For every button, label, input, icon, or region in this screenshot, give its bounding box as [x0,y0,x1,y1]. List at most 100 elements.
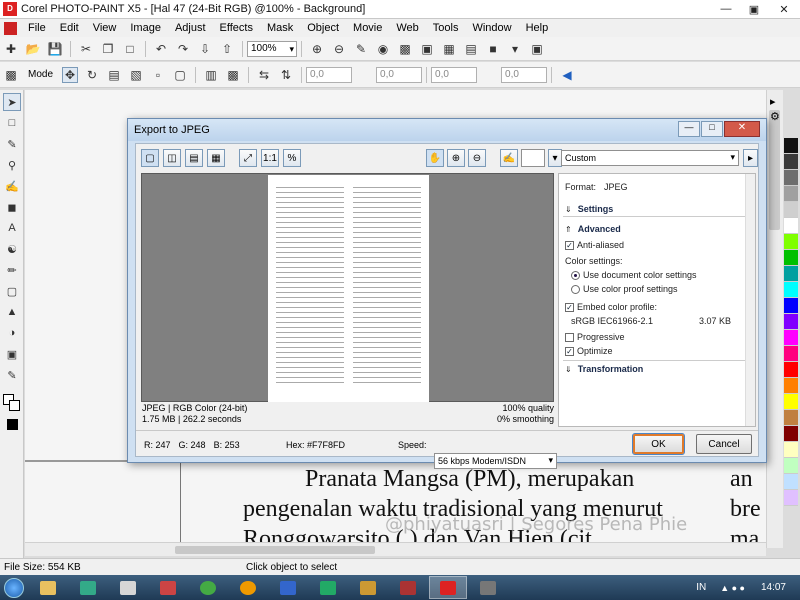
document-icon[interactable] [4,21,17,35]
menu-object[interactable]: Object [300,22,346,34]
palette-swatch[interactable] [784,490,798,506]
object-marquee-icon[interactable]: ▩ [397,41,413,57]
taskbar-app[interactable] [309,576,347,599]
single-view-icon[interactable]: ▢ [141,149,159,167]
zoom-level-select[interactable]: 100% [247,40,297,57]
palette-swatch[interactable] [784,202,798,218]
menu-adjust[interactable]: Adjust [168,22,213,34]
color-icon[interactable]: ■ [485,41,501,57]
zoom-out-icon[interactable]: ⊖ [468,149,486,167]
palette-swatch[interactable] [784,266,798,282]
mask-tool-icon[interactable]: □ [3,114,21,132]
palette-swatch[interactable] [784,234,798,250]
mirror-h-icon[interactable]: ⇆ [256,67,272,83]
palette-swatch[interactable] [784,410,798,426]
taskbar-app[interactable] [269,576,307,599]
zoom-100-icon[interactable]: % [283,149,301,167]
language-indicator[interactable]: IN [696,582,706,593]
pick-tool-icon[interactable]: ➤ [3,93,21,111]
menu-tools[interactable]: Tools [426,22,466,34]
palette-swatch[interactable] [784,442,798,458]
close-button[interactable]: ✕ [770,0,798,18]
taskbar-app[interactable] [469,576,507,599]
export-icon[interactable]: ⇧ [219,41,235,57]
undo-icon[interactable]: ↶ [153,41,169,57]
palette-swatch[interactable] [784,458,798,474]
palette-swatch[interactable] [784,474,798,490]
zoom-in-icon[interactable]: ⊕ [447,149,465,167]
quad-view-icon[interactable]: ▦ [207,149,225,167]
preview-pane[interactable] [141,173,554,402]
apply-icon[interactable]: ◀ [559,67,575,83]
vertical-scroll-thumb[interactable] [769,110,780,230]
mirror-v-icon[interactable]: ⇅ [278,67,294,83]
proof-color-radio[interactable]: Use color proof settings [571,284,678,294]
menu-web[interactable]: Web [389,22,425,34]
menu-help[interactable]: Help [519,22,556,34]
tool-options-icon[interactable]: ▩ [3,67,19,83]
anti-aliased-checkbox[interactable]: ✓ Anti-aliased [565,240,624,250]
palette-swatch[interactable] [784,186,798,202]
paint-tool-icon[interactable]: ✏ [3,261,21,279]
menu-edit[interactable]: Edit [53,22,86,34]
advanced-section[interactable]: ⇑ Advanced [565,224,621,234]
taskbar-app[interactable] [69,576,107,599]
palette-swatch[interactable] [784,282,798,298]
ok-button[interactable]: OK [632,433,685,455]
transformation-section[interactable]: ⇓ Transformation [565,364,643,374]
skew-mode-icon[interactable]: ▧ [128,67,144,83]
new-icon[interactable]: ✚ [3,41,19,57]
palette-swatch[interactable] [784,138,798,154]
dock-settings-icon[interactable]: ⚙ [770,110,780,123]
menu-mask[interactable]: Mask [260,22,300,34]
settings-section[interactable]: ⇓ Settings [565,204,613,214]
start-button[interactable] [0,575,28,600]
copy-icon[interactable]: ❐ [100,41,116,57]
palette-swatch[interactable] [784,346,798,362]
vertical-scrollbar[interactable] [766,90,783,548]
split-horizontal-icon[interactable]: ▤ [185,149,203,167]
restore-button[interactable]: ▣ [740,0,768,18]
position-mode-icon[interactable]: ✥ [62,66,79,83]
zoom-out-icon[interactable]: ⊖ [331,41,347,57]
taskbar-app[interactable] [349,576,387,599]
eyedropper-icon[interactable]: ✍ [500,149,518,167]
palette-swatch[interactable] [784,330,798,346]
distort-mode-icon[interactable]: ▫ [150,67,166,83]
width-field[interactable]: 0,0 [431,66,478,83]
horizontal-scrollbar[interactable] [25,542,766,556]
scale-mode-icon[interactable]: ▤ [106,67,122,83]
open-icon[interactable]: 📂 [25,41,41,57]
paper-color-icon[interactable] [3,415,21,433]
height-field[interactable]: 0,0 [501,66,548,83]
fit-to-window-icon[interactable]: ⤢ [239,149,257,167]
color-dropdown-icon[interactable]: ▾ [548,149,562,167]
mask-visible-icon[interactable]: ◉ [375,41,391,57]
settings-scrollbar[interactable] [745,174,755,426]
pan-hand-icon[interactable]: ✋ [426,149,444,167]
taskbar-photopaint[interactable] [429,576,467,599]
palette-swatch[interactable] [784,250,798,266]
guides-icon[interactable]: ▤ [463,41,479,57]
dialog-minimize-button[interactable]: — [678,121,700,137]
application-launcher-icon[interactable]: ▣ [529,41,545,57]
zoom-one-to-one-icon[interactable]: 1:1 [261,149,279,167]
palette-swatch[interactable] [784,394,798,410]
brush-tool-icon[interactable]: ✎ [3,366,21,384]
display-options-icon[interactable]: ▾ [507,41,523,57]
import-icon[interactable]: ⇩ [197,41,213,57]
color-swatch-icon[interactable] [3,394,21,412]
taskbar-app[interactable] [229,576,267,599]
grid-icon[interactable]: ▦ [441,41,457,57]
lock-icon[interactable]: ▣ [419,41,435,57]
palette-swatch[interactable] [784,378,798,394]
palette-swatch[interactable] [784,298,798,314]
expand-docker-icon[interactable]: ▸ [770,95,776,108]
menu-view[interactable]: View [86,22,124,34]
y-position-field[interactable]: 0,0 [376,66,423,83]
x-position-field[interactable]: 0,0 [306,66,353,83]
menu-window[interactable]: Window [465,22,518,34]
document-color-radio[interactable]: Use document color settings [571,270,697,280]
menu-effects[interactable]: Effects [213,22,260,34]
effect-tool-icon[interactable]: ☯ [3,240,21,258]
